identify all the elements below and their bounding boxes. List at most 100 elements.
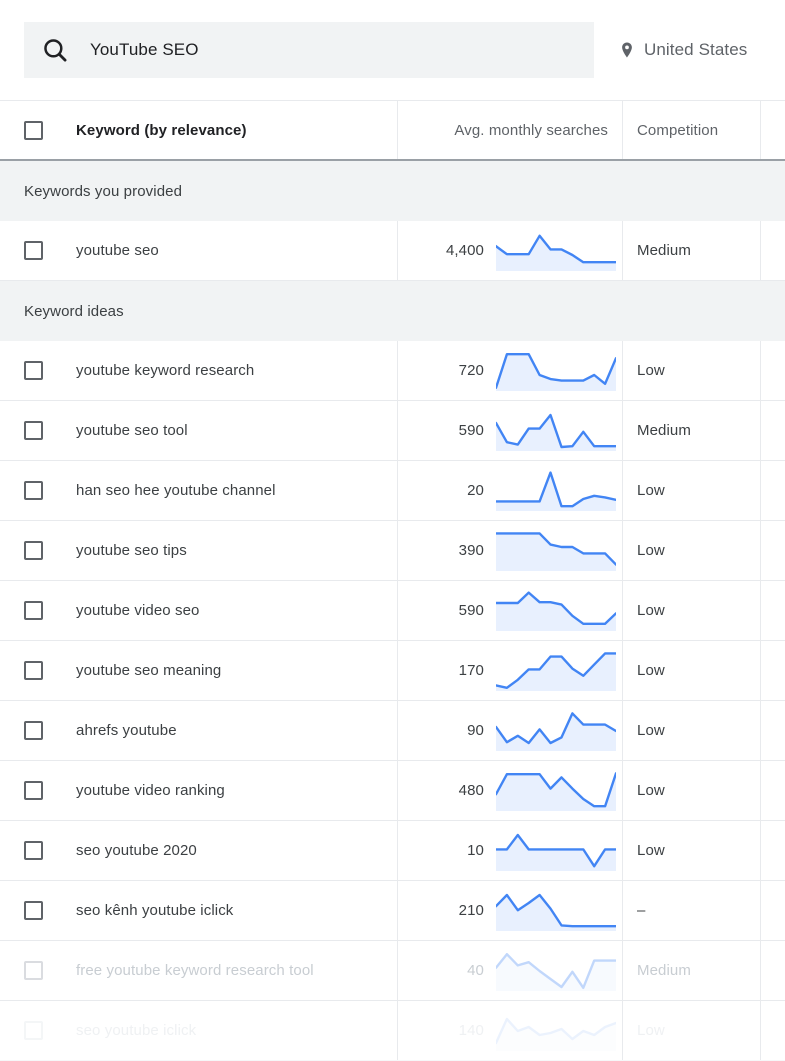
search-icon [44,39,67,62]
cell-keyword[interactable]: free youtube keyword research tool [0,941,397,1000]
row-checkbox[interactable] [24,781,43,800]
keyword-text[interactable]: youtube keyword research [76,362,254,379]
competition-value: Medium [637,242,691,259]
table-row[interactable]: youtube seo meaning 170 Low [0,641,785,701]
row-checkbox[interactable] [24,541,43,560]
table-row[interactable]: seo kênh youtube iclick 210 – [0,881,785,941]
competition-value: Low [637,782,665,799]
competition-value: Medium [637,962,691,979]
keyword-text[interactable]: youtube video ranking [76,782,225,799]
competition-value: Low [637,842,665,859]
cell-competition: Low [622,701,760,760]
table-row[interactable]: han seo hee youtube channel 20 Low [0,461,785,521]
keyword-text[interactable]: han seo hee youtube channel [76,482,276,499]
header-cell-volume[interactable]: Avg. monthly searches [397,101,622,159]
table-row[interactable]: seo youtube iclick 140 Low [0,1001,785,1061]
competition-value: Low [637,482,665,499]
table-row[interactable]: youtube seo 4,400 Medium [0,221,785,281]
cell-volume: 210 [397,881,622,940]
cell-volume: 720 [397,341,622,400]
cell-competition: Medium [622,221,760,280]
volume-value: 210 [458,902,484,919]
row-checkbox[interactable] [24,481,43,500]
volume-value: 720 [458,362,484,379]
keyword-text[interactable]: ahrefs youtube [76,722,177,739]
group-label: Keyword ideas [24,302,124,320]
cell-keyword[interactable]: youtube video seo [0,581,397,640]
cell-keyword[interactable]: seo youtube iclick [0,1001,397,1060]
table-row[interactable]: seo youtube 2020 10 Low [0,821,785,881]
table-row[interactable]: youtube seo tool 590 Medium [0,401,785,461]
location-label: United States [644,40,748,59]
cell-extra [760,821,785,880]
keyword-text[interactable]: youtube seo [76,242,159,259]
location-selector[interactable]: United States [618,40,747,60]
row-checkbox[interactable] [24,841,43,860]
header-cell-competition[interactable]: Competition [622,101,760,159]
row-checkbox[interactable] [24,901,43,920]
cell-keyword[interactable]: youtube keyword research [0,341,397,400]
trend-sparkline [496,531,616,571]
table-row[interactable]: youtube video ranking 480 Low [0,761,785,821]
cell-keyword[interactable]: han seo hee youtube channel [0,461,397,520]
select-all-checkbox[interactable] [24,120,43,140]
cell-extra [760,401,785,460]
search-input-value[interactable]: YouTube SEO [90,40,199,60]
row-checkbox[interactable] [24,661,43,680]
cell-extra [760,941,785,1000]
cell-volume: 40 [397,941,622,1000]
cell-keyword[interactable]: seo youtube 2020 [0,821,397,880]
keyword-text[interactable]: youtube video seo [76,602,199,619]
keyword-text[interactable]: seo youtube 2020 [76,842,197,859]
keyword-text[interactable]: seo youtube iclick [76,1022,196,1039]
table-row[interactable]: youtube seo tips 390 Low [0,521,785,581]
cell-keyword[interactable]: youtube video ranking [0,761,397,820]
cell-competition: Low [622,521,760,580]
table-row[interactable]: ahrefs youtube 90 Low [0,701,785,761]
table-row[interactable]: youtube keyword research 720 Low [0,341,785,401]
keyword-text[interactable]: youtube seo meaning [76,662,221,679]
keyword-search-field[interactable]: YouTube SEO [24,22,594,78]
row-checkbox[interactable] [24,421,43,440]
keyword-text[interactable]: youtube seo tips [76,542,187,559]
keyword-text[interactable]: seo kênh youtube iclick [76,902,233,919]
competition-value: – [637,902,646,919]
cell-volume: 20 [397,461,622,520]
cell-keyword[interactable]: seo kênh youtube iclick [0,881,397,940]
cell-volume: 590 [397,581,622,640]
keyword-text[interactable]: youtube seo tool [76,422,188,439]
volume-value: 20 [467,482,484,499]
trend-sparkline [496,1011,616,1051]
competition-value: Low [637,602,665,619]
cell-competition: Low [622,461,760,520]
volume-value: 40 [467,962,484,979]
competition-value: Low [637,1022,665,1039]
trend-sparkline [496,591,616,631]
row-checkbox[interactable] [24,601,43,620]
header-label-keyword[interactable]: Keyword (by relevance) [76,122,247,139]
cell-keyword[interactable]: youtube seo meaning [0,641,397,700]
header-cell-extra [760,101,785,159]
row-checkbox[interactable] [24,241,43,260]
row-checkbox[interactable] [24,721,43,740]
keyword-results-table: Keyword (by relevance) Avg. monthly sear… [0,100,785,1061]
cell-keyword[interactable]: ahrefs youtube [0,701,397,760]
header-label-volume[interactable]: Avg. monthly searches [454,122,622,139]
competition-value: Low [637,362,665,379]
table-row[interactable]: free youtube keyword research tool 40 Medi… [0,941,785,1001]
header-label-competition[interactable]: Competition [637,122,718,139]
row-checkbox[interactable] [24,361,43,380]
keyword-text[interactable]: free youtube keyword research tool [76,962,314,979]
cell-keyword[interactable]: youtube seo tool [0,401,397,460]
table-header-row: Keyword (by relevance) Avg. monthly sear… [0,101,785,161]
row-checkbox[interactable] [24,961,43,980]
cell-keyword[interactable]: youtube seo [0,221,397,280]
volume-value: 4,400 [445,242,484,259]
cell-competition: Low [622,821,760,880]
volume-value: 10 [467,842,484,859]
cell-keyword[interactable]: youtube seo tips [0,521,397,580]
cell-volume: 170 [397,641,622,700]
trend-sparkline [496,411,616,451]
table-row[interactable]: youtube video seo 590 Low [0,581,785,641]
cell-extra [760,461,785,520]
